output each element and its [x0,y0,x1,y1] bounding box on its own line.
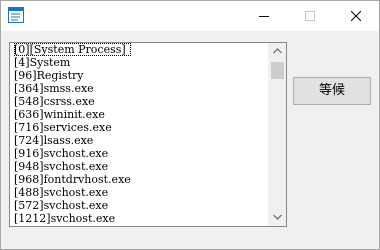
chevron-down-icon [273,214,282,220]
process-listbox[interactable]: [0][System Process] [4]System [96]Registry… [9,42,287,227]
list-item[interactable]: [96]Registry [14,69,269,82]
maximize-button[interactable] [287,1,333,31]
list-item[interactable]: [572]svchost.exe [14,199,269,212]
minimize-icon [259,16,269,17]
maximize-icon [305,11,315,21]
scroll-up-button[interactable] [269,43,286,60]
list-item[interactable]: [0][System Process] [14,43,131,56]
close-button[interactable] [333,1,379,31]
close-icon [351,11,361,21]
list-item[interactable]: [636]wininit.exe [14,108,269,121]
list-item[interactable]: [724]lsass.exe [14,134,269,147]
wait-button[interactable]: 等候 [293,77,371,105]
list-item[interactable]: [488]svchost.exe [14,186,269,199]
vertical-scrollbar[interactable] [268,43,286,226]
list-item[interactable]: [4]System [14,56,269,69]
scroll-down-button[interactable] [269,209,286,226]
list-item[interactable]: [948]svchost.exe [14,160,269,173]
list-item[interactable]: [916]svchost.exe [14,147,269,160]
app-list-icon [8,7,24,23]
app-window: [0][System Process] [4]System [96]Registry… [0,0,380,250]
list-item[interactable]: [548]csrss.exe [14,95,269,108]
chevron-up-icon [273,48,282,54]
scroll-thumb[interactable] [271,62,284,79]
title-bar[interactable] [1,1,379,31]
list-item[interactable]: [716]services.exe [14,121,269,134]
list-item[interactable]: [968]fontdrvhost.exe [14,173,269,186]
process-list: [0][System Process] [4]System [96]Registry… [10,43,269,226]
list-item[interactable]: [364]smss.exe [14,82,269,95]
list-item[interactable]: [1212]svchost.exe [14,212,269,225]
minimize-button[interactable] [241,1,287,31]
